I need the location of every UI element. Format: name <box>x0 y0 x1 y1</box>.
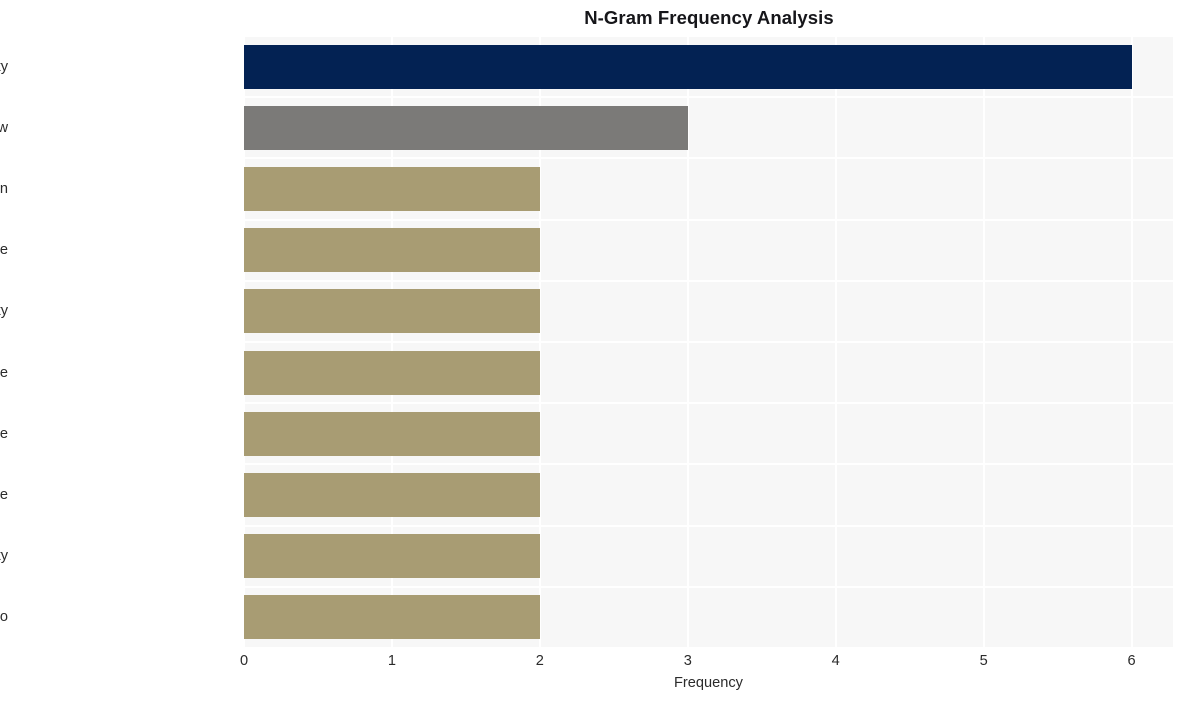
gridline-y-7 <box>244 463 1173 466</box>
bar[interactable] <box>244 350 540 395</box>
y-axis-tick-label: best practice leverage <box>0 487 8 503</box>
bar[interactable] <box>244 534 540 579</box>
gridline-y-5 <box>244 341 1173 343</box>
bar[interactable] <box>244 595 540 640</box>
gridline-y-1 <box>244 96 1173 99</box>
x-axis-tick-label: 5 <box>979 653 988 669</box>
y-axis-tick-label: veeam backup replication <box>0 181 8 197</box>
chart-figure: N-Gram Frequency Analysis help net secur… <box>0 0 1184 701</box>
gridline-y-8 <box>244 524 1173 527</box>
chart-title: N-Gram Frequency Analysis <box>584 7 834 28</box>
bar[interactable] <box>244 411 540 456</box>
x-axis-tick-label: 6 <box>1127 653 1136 669</box>
bar[interactable] <box>244 473 540 517</box>
x-axis-tick-label: 0 <box>239 653 249 669</box>
y-axis-tick-label: net security interview <box>0 119 8 136</box>
bar[interactable] <box>244 105 688 150</box>
x-axis-tick-label: 4 <box>831 653 840 669</box>
bar[interactable] <box>244 44 1132 89</box>
gridline-y-3 <box>244 218 1173 221</box>
y-axis-tick-label: net security video <box>0 609 8 626</box>
gridline-y-2 <box>244 157 1173 160</box>
x-axis-tick-label: 2 <box>535 653 544 669</box>
gridline-y-10 <box>244 647 1173 648</box>
y-axis-tick-label: help net security <box>0 58 8 75</box>
gridline-y-4 <box>244 279 1173 282</box>
y-axis-tick-label: practice leverage cybersecurity <box>0 548 8 565</box>
y-axis-tick-label: benefit best practice <box>0 425 8 442</box>
y-axis-tick-label: implement principle privilege <box>0 364 8 381</box>
y-axis-tick-label: cve cve cve <box>0 242 8 259</box>
bar[interactable] <box>244 289 540 334</box>
gridline-y-9 <box>244 585 1173 588</box>
y-axis-tick-label: open source cybersecurity <box>0 303 8 320</box>
x-axis-label: Frequency <box>674 675 743 691</box>
x-axis-tick-label: 1 <box>387 653 396 669</box>
bar[interactable] <box>244 228 540 273</box>
bar[interactable] <box>244 167 540 211</box>
x-axis-tick-label: 3 <box>683 653 692 669</box>
gridline-y-0 <box>244 36 1173 37</box>
gridline-y-6 <box>244 402 1173 405</box>
plot-area <box>244 36 1173 648</box>
